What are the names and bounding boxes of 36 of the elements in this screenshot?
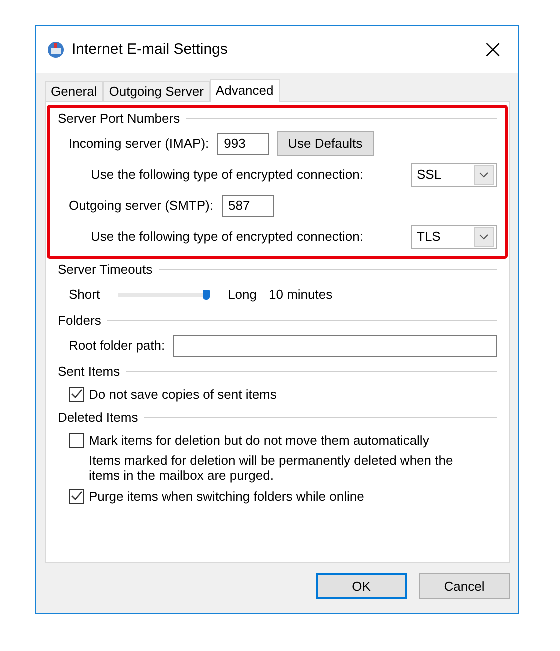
checkbox[interactable] — [69, 432, 84, 448]
slider-label: Long — [228, 287, 257, 302]
dialog-button[interactable]: Cancel — [419, 573, 510, 599]
tab[interactable]: Advanced — [210, 79, 280, 102]
caret-icon — [479, 172, 489, 178]
checkbox-label[interactable]: Purge items when switching folders while online — [89, 488, 364, 504]
tab[interactable]: General — [45, 81, 104, 101]
checkbox-label[interactable]: Mark items for deletion but do not move them automatically — [89, 432, 430, 448]
use-defaults-button[interactable]: Use Defaults — [277, 131, 374, 156]
checkbox-label[interactable]: Do not save copies of sent items — [89, 386, 277, 402]
field-label: Root folder path: — [69, 338, 166, 353]
checkbox[interactable] — [69, 488, 84, 504]
input-field[interactable]: 993 — [217, 132, 270, 154]
field-label: Incoming server (IMAP): — [69, 136, 210, 151]
group-heading: Deleted Items — [58, 410, 138, 424]
note-text: Items marked for deletion will be permanently deleted when the items in the mailbox are purged. — [89, 453, 454, 483]
input-field[interactable] — [173, 334, 497, 356]
dropdown[interactable]: SSL — [411, 162, 497, 186]
caret-icon — [479, 234, 489, 240]
field-label: Outgoing server (SMTP): — [69, 198, 214, 213]
dialog-button[interactable]: OK — [316, 573, 407, 599]
group-heading: Server Port Numbers — [58, 110, 180, 126]
checkbox[interactable] — [69, 386, 84, 402]
field-label: Use the following type of encrypted connection: — [91, 229, 364, 244]
group-heading: Server Timeouts — [58, 262, 153, 276]
group-heading: Sent Items — [58, 364, 120, 378]
field-label: Use the following type of encrypted connection: — [91, 167, 364, 182]
input-field[interactable]: 587 — [222, 194, 274, 216]
dropdown[interactable]: TLS — [411, 224, 497, 248]
group-heading: Folders — [58, 312, 102, 328]
close-button[interactable]: × — [470, 30, 516, 70]
slider-thumb[interactable] — [203, 290, 210, 300]
slider-value: 10 minutes — [269, 287, 333, 302]
tab[interactable]: Outgoing Server — [103, 81, 210, 101]
slider-label: Short — [69, 287, 100, 302]
window-title: Internet E-mail Settings — [72, 41, 229, 58]
